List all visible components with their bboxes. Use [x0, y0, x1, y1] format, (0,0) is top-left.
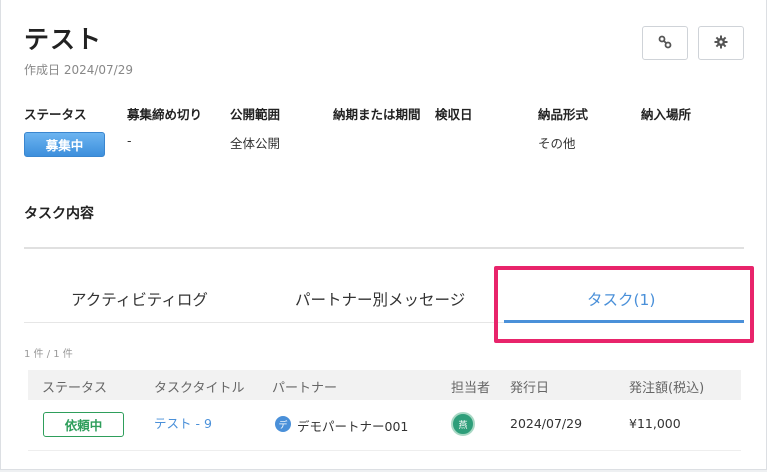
column-header-status: ステータス — [42, 381, 108, 396]
order-amount: ¥11,000 — [629, 416, 681, 431]
meta-label-status: ステータス — [24, 107, 87, 122]
issue-date: 2024/07/29 — [510, 416, 583, 431]
gear-icon — [714, 34, 728, 53]
task-status-badge: 依頼中 — [43, 412, 124, 437]
meta-label-visibility: 公開範囲 — [230, 107, 281, 122]
meta-label-inspection-date: 検収日 — [435, 107, 473, 122]
page-title: テスト — [24, 25, 103, 54]
table-row-divider — [28, 450, 741, 451]
partner-avatar: デ — [275, 416, 291, 432]
copy-link-button[interactable] — [642, 26, 688, 60]
visibility-value: 全体公開 — [230, 136, 281, 151]
column-header-issue-date: 発行日 — [510, 381, 550, 396]
link-icon — [658, 34, 672, 53]
section-divider — [24, 247, 744, 249]
project-detail-card: テスト 作成日 2024/07/29 ステータス 募集締め切り 公開範囲 納期ま… — [0, 0, 767, 470]
delivery-format-value: その他 — [538, 136, 576, 151]
column-header-title: タスクタイトル — [154, 381, 245, 396]
settings-button[interactable] — [698, 26, 744, 60]
task-content-heading: タスク内容 — [24, 206, 94, 222]
meta-label-delivery-period: 納期または期間 — [333, 107, 421, 122]
column-header-amount: 発注額(税込) — [629, 381, 705, 396]
status-badge: 募集中 — [24, 132, 105, 157]
meta-label-delivery-location: 納入場所 — [641, 107, 692, 122]
assignee-avatar: 燕 — [451, 412, 475, 436]
task-title-link[interactable]: テスト - 9 — [154, 413, 212, 432]
tab-activity-log[interactable]: アクティビティログ — [71, 288, 208, 310]
partner-name: デモパートナー001 — [297, 419, 409, 434]
deadline-value: - — [127, 133, 132, 148]
tab-partner-messages[interactable]: パートナー別メッセージ — [295, 288, 465, 310]
meta-label-delivery-format: 納品形式 — [538, 107, 589, 122]
highlight-annotation — [494, 266, 754, 343]
created-date: 作成日 2024/07/29 — [24, 63, 133, 77]
meta-label-deadline: 募集締め切り — [127, 107, 203, 122]
column-header-assignee: 担当者 — [451, 381, 491, 396]
column-header-partner: パートナー — [272, 381, 338, 396]
result-count: 1 件 / 1 件 — [24, 349, 73, 360]
